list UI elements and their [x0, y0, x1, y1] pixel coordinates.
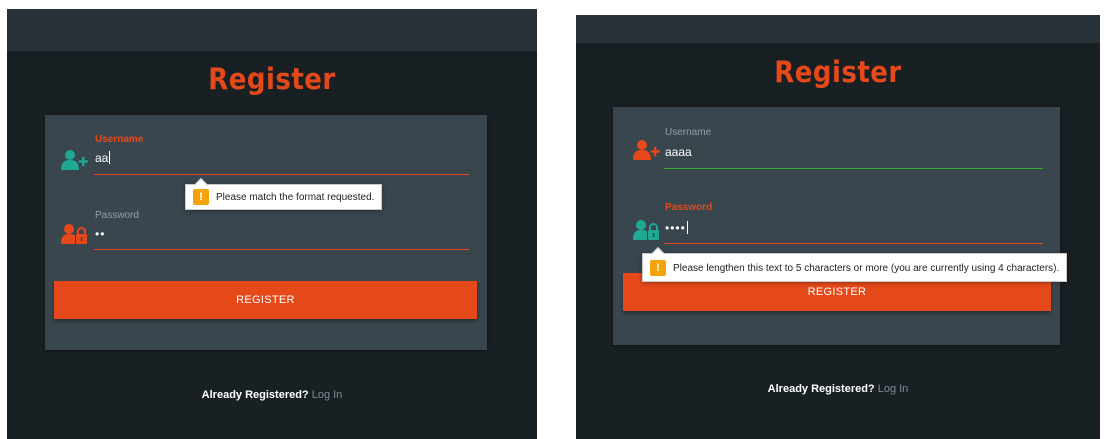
password-field[interactable]: Password •• [45, 203, 487, 273]
password-underline [94, 249, 469, 250]
password-label: Password [665, 202, 713, 213]
validation-tooltip: ! Please lengthen this text to 5 charact… [642, 246, 1068, 282]
username-input[interactable]: aa [95, 151, 111, 165]
password-underline [664, 243, 1043, 244]
register-button[interactable]: REGISTER [54, 281, 477, 319]
username-input[interactable]: aaaa [665, 145, 692, 159]
login-link[interactable]: Log In [878, 383, 909, 395]
page-title: Register [774, 56, 902, 90]
register-form-card: Username aa Password •• REGISTER [45, 115, 487, 350]
lock-user-icon [61, 224, 87, 244]
add-user-icon [633, 140, 660, 160]
login-link[interactable]: Log In [312, 389, 343, 401]
login-prompt: Already Registered? Log In [7, 389, 537, 401]
username-label: Username [665, 127, 712, 138]
username-label: Username [95, 134, 144, 145]
add-user-icon [61, 150, 88, 170]
already-registered-text: Already Registered? [767, 383, 875, 395]
warning-icon: ! [193, 189, 209, 205]
validation-message: Please lengthen this text to 5 character… [673, 263, 1060, 274]
username-field[interactable]: Username aa [45, 115, 487, 185]
register-form-card: Username aaaa Password •••• REGISTER [613, 107, 1060, 345]
password-input[interactable]: •••• [665, 221, 688, 235]
already-registered-text: Already Registered? [201, 389, 309, 401]
top-app-bar [7, 9, 537, 51]
top-app-bar [576, 15, 1100, 43]
username-underline [664, 168, 1043, 169]
login-prompt: Already Registered? Log In [576, 383, 1100, 395]
warning-icon: ! [650, 260, 666, 276]
register-screen-left: Register Username aa Password •• REGISTE… [7, 9, 537, 439]
page-title: Register [208, 63, 336, 97]
password-label: Password [95, 210, 139, 221]
register-screen-right: Register Username aaaa Password •••• REG… [576, 15, 1100, 439]
validation-message: Please match the format requested. [216, 192, 375, 203]
username-underline [94, 174, 469, 175]
username-field[interactable]: Username aaaa [613, 107, 1060, 177]
lock-user-icon [633, 220, 659, 240]
password-input[interactable]: •• [95, 227, 105, 241]
validation-tooltip: ! Please match the format requested. [185, 177, 383, 210]
